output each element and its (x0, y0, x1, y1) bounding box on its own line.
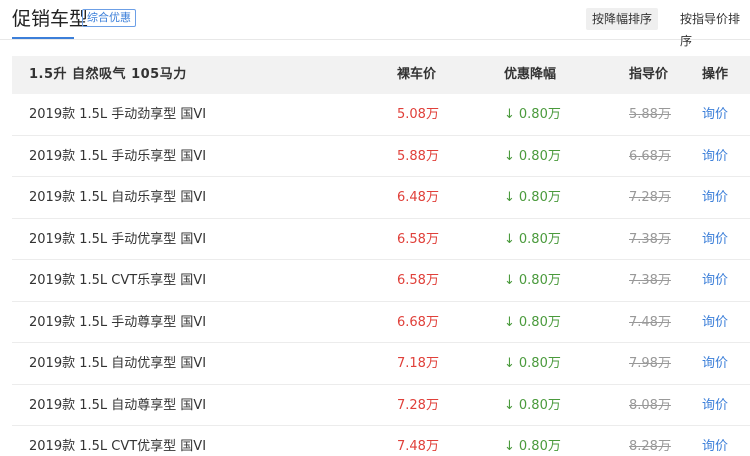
guide-price: 5.88万 (629, 107, 671, 122)
page-header: 促销车型 综合优惠 按降幅排序 按指导价排序 (0, 0, 750, 48)
net-price: 6.68万 (397, 314, 439, 330)
down-arrow-icon: ↓ (504, 231, 515, 247)
guide-price: 7.38万 (629, 273, 671, 288)
guide-price: 7.98万 (629, 356, 671, 371)
discount-amount: 0.80万 (518, 190, 561, 205)
promo-models-table: 1.5升 自然吸气 105马力 裸车价 优惠降幅 指导价 操作 2019款 1.… (12, 56, 750, 456)
discount-cell: ↓ 0.80万 (504, 219, 561, 260)
inquiry-link[interactable]: 询价 (702, 177, 728, 218)
discount-cell: ↓ 0.80万 (504, 136, 561, 177)
discount-amount: 0.80万 (518, 314, 561, 330)
inquiry-link[interactable]: 询价 (702, 260, 728, 301)
discount-cell: ↓ 0.80万 (504, 426, 561, 456)
sort-by-discount-button[interactable]: 按降幅排序 (586, 8, 659, 30)
discount-amount: 0.80万 (518, 356, 561, 371)
table-header: 1.5升 自然吸气 105马力 裸车价 优惠降幅 指导价 操作 (12, 56, 750, 94)
guide-price: 8.28万 (629, 439, 671, 454)
table-row: 2019款 1.5L CVT乐享型 国VI 6.58万 ↓ 0.80万 7.38万 询价 (12, 260, 750, 302)
model-name: 2019款 1.5L 手动优享型 国VI (29, 231, 207, 247)
discount-amount: 0.80万 (518, 397, 561, 413)
table-row: 2019款 1.5L 自动优享型 国VI 7.18万 ↓ 0.80万 7.98万 询价 (12, 343, 750, 385)
discount-cell: ↓ 0.80万 (504, 177, 561, 218)
net-price: 7.28万 (397, 397, 439, 413)
discount-cell: ↓ 0.80万 (504, 260, 561, 301)
page-title: 促销车型 (12, 8, 89, 30)
table-row: 2019款 1.5L 手动劲享型 国VI 5.08万 ↓ 0.80万 5.88万 询价 (12, 94, 750, 136)
table-row: 2019款 1.5L CVT优享型 国VI 7.48万 ↓ 0.80万 8.28万 询价 (12, 426, 750, 456)
guide-price: 7.38万 (629, 231, 671, 247)
inquiry-link[interactable]: 询价 (702, 219, 728, 260)
table-row: 2019款 1.5L 手动优享型 国VI 6.58万 ↓ 0.80万 7.38万 询价 (12, 219, 750, 260)
discount-amount: 0.80万 (518, 273, 561, 288)
model-name: 2019款 1.5L CVT优享型 国VI (29, 439, 207, 454)
net-price: 7.48万 (397, 439, 439, 454)
table-row: 2019款 1.5L 自动尊享型 国VI 7.28万 ↓ 0.80万 8.08万 询价 (12, 385, 750, 426)
net-price: 5.88万 (397, 148, 439, 164)
down-arrow-icon: ↓ (504, 148, 515, 164)
model-name: 2019款 1.5L 手动尊享型 国VI (29, 314, 207, 330)
net-price: 6.58万 (397, 273, 439, 288)
guide-price: 7.28万 (629, 190, 671, 205)
table-row: 2019款 1.5L 自动乐享型 国VI 6.48万 ↓ 0.80万 7.28万 询价 (12, 177, 750, 219)
inquiry-link[interactable]: 询价 (702, 426, 728, 456)
discount-amount: 0.80万 (518, 107, 561, 122)
table-row: 2019款 1.5L 手动乐享型 国VI 5.88万 ↓ 0.80万 6.68万 询价 (12, 136, 750, 177)
net-price: 6.58万 (397, 231, 439, 247)
net-price: 7.18万 (397, 356, 439, 371)
inquiry-link[interactable]: 询价 (702, 136, 728, 177)
guide-price: 6.68万 (629, 148, 671, 164)
guide-price: 7.48万 (629, 314, 671, 330)
col-header-guide-price: 指导价 (629, 67, 669, 82)
down-arrow-icon: ↓ (504, 439, 515, 454)
title-underline (12, 37, 74, 39)
model-name: 2019款 1.5L CVT乐享型 国VI (29, 273, 207, 288)
discount-cell: ↓ 0.80万 (504, 343, 561, 384)
down-arrow-icon: ↓ (504, 107, 515, 122)
sort-by-guide-price-button[interactable]: 按指导价排序 (674, 8, 750, 48)
down-arrow-icon: ↓ (504, 273, 515, 288)
inquiry-link[interactable]: 询价 (702, 302, 728, 343)
inquiry-link[interactable]: 询价 (702, 94, 728, 135)
col-header-price: 裸车价 (397, 67, 437, 82)
col-header-discount: 优惠降幅 (504, 67, 557, 82)
net-price: 5.08万 (397, 107, 439, 122)
model-name: 2019款 1.5L 自动尊享型 国VI (29, 397, 207, 413)
down-arrow-icon: ↓ (504, 397, 515, 413)
discount-amount: 0.80万 (518, 231, 561, 247)
model-name: 2019款 1.5L 自动优享型 国VI (29, 356, 207, 371)
model-name: 2019款 1.5L 自动乐享型 国VI (29, 190, 207, 205)
model-name: 2019款 1.5L 手动劲享型 国VI (29, 107, 207, 122)
discount-cell: ↓ 0.80万 (504, 385, 561, 426)
group-title: 1.5升 自然吸气 105马力 (29, 67, 187, 82)
inquiry-link[interactable]: 询价 (702, 385, 728, 426)
col-header-action: 操作 (702, 67, 729, 82)
net-price: 6.48万 (397, 190, 439, 205)
down-arrow-icon: ↓ (504, 190, 515, 205)
overall-discount-badge[interactable]: 综合优惠 (82, 9, 136, 27)
guide-price: 8.08万 (629, 397, 671, 413)
table-body: 2019款 1.5L 手动劲享型 国VI 5.08万 ↓ 0.80万 5.88万 询价 20… (12, 94, 750, 456)
table-row: 2019款 1.5L 手动尊享型 国VI 6.68万 ↓ 0.80万 7.48万 询价 (12, 302, 750, 343)
discount-amount: 0.80万 (518, 148, 561, 164)
discount-cell: ↓ 0.80万 (504, 302, 561, 343)
inquiry-link[interactable]: 询价 (702, 343, 728, 384)
discount-cell: ↓ 0.80万 (504, 94, 561, 135)
down-arrow-icon: ↓ (504, 314, 515, 330)
down-arrow-icon: ↓ (504, 356, 515, 371)
model-name: 2019款 1.5L 手动乐享型 国VI (29, 148, 207, 164)
discount-amount: 0.80万 (518, 439, 561, 454)
